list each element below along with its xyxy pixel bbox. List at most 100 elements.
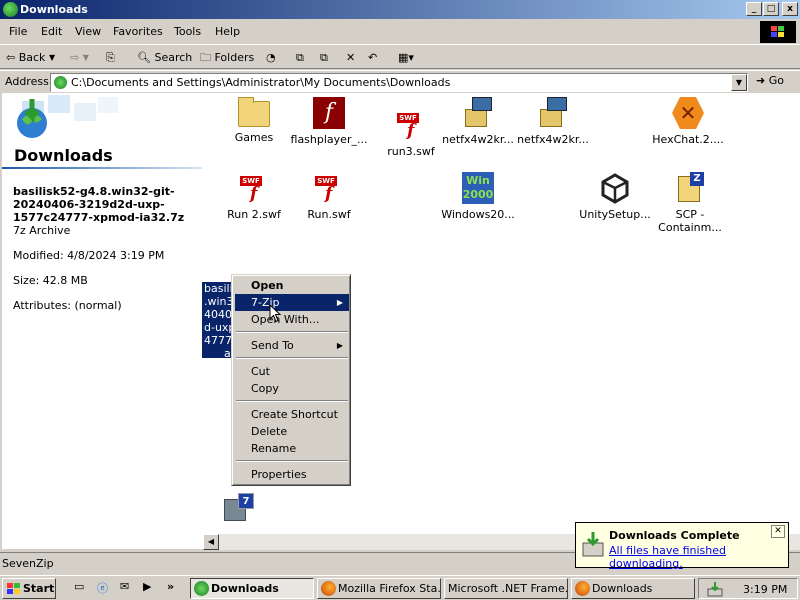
menu-item-open[interactable]: Open: [235, 277, 349, 294]
file-item[interactable]: netfx4w2kr...: [514, 97, 592, 146]
scroll-left-icon[interactable]: ◀: [203, 534, 219, 550]
menu-tools[interactable]: Tools: [174, 25, 201, 38]
menu-view[interactable]: View: [75, 25, 101, 38]
menu-separator: [236, 331, 348, 333]
internet-explorer-icon[interactable]: ⓔ: [97, 580, 113, 596]
file-item[interactable]: UnitySetup...: [576, 172, 654, 221]
menu-item-open-with[interactable]: Open With...: [235, 311, 349, 328]
context-menu: Open 7-Zip ▶ Open With... Send To ▶ Cut …: [231, 274, 351, 486]
file-item[interactable]: Win 2000 Windows20...: [439, 172, 517, 221]
file-item[interactable]: netfx4w2kr...: [439, 97, 517, 146]
task-label: Mozilla Firefox Sta...: [338, 582, 441, 595]
setup-icon: [537, 97, 569, 129]
menu-bar: File Edit View Favorites Tools Help: [0, 21, 800, 41]
file-label: run3.swf: [387, 145, 435, 158]
search-icon: 🔍︎: [137, 51, 151, 64]
menu-item-create-shortcut[interactable]: Create Shortcut: [235, 406, 349, 423]
search-label: Search: [154, 51, 193, 64]
go-button[interactable]: ➜ Go: [756, 74, 784, 87]
standard-toolbar: ⇦ Back ▼ ⇨ ▼ ⎘ 🔍︎ Search 🗀 Folders ◔ ⧉ ⧉…: [0, 44, 800, 69]
back-dropdown-icon[interactable]: ▼: [49, 49, 55, 67]
outlook-express-icon[interactable]: ✉: [120, 580, 136, 596]
selected-file-type: 7z Archive: [13, 224, 71, 237]
forward-dropdown-icon: ▼: [82, 53, 89, 62]
task-label: Downloads: [211, 582, 279, 595]
menu-item-cut[interactable]: Cut: [235, 363, 349, 380]
menu-favorites[interactable]: Favorites: [113, 25, 163, 38]
address-field[interactable]: C:\Documents and Settings\Administrator\…: [50, 73, 748, 92]
menu-item-send-to[interactable]: Send To ▶: [235, 337, 349, 354]
go-arrow-icon: ➜: [756, 74, 766, 87]
menu-separator: [236, 357, 348, 359]
address-bar: Address C:\Documents and Settings\Admini…: [0, 70, 800, 92]
swf-icon: SWF f: [238, 172, 270, 204]
menu-edit[interactable]: Edit: [41, 25, 62, 38]
file-item[interactable]: SWF f Run 2.swf: [215, 172, 293, 221]
close-button[interactable]: x: [782, 2, 798, 16]
file-item[interactable]: Games: [215, 97, 293, 144]
address-path[interactable]: C:\Documents and Settings\Administrator\…: [71, 76, 450, 89]
undo-icon: ↶: [368, 51, 378, 64]
address-dropdown-icon[interactable]: ▼: [731, 74, 747, 91]
menu-item-7zip[interactable]: 7-Zip ▶: [235, 294, 349, 311]
task-firefox[interactable]: Mozilla Firefox Sta...: [317, 578, 441, 599]
move-to-button[interactable]: ⧉: [296, 49, 304, 67]
balloon-link[interactable]: All files have finished downloading.: [609, 544, 788, 570]
menu-item-properties[interactable]: Properties: [235, 466, 349, 483]
taskbar: Start ▭ ⓔ ✉ ▶ » Downloads Mozilla Firefo…: [0, 575, 800, 600]
quick-launch-more-icon[interactable]: »: [167, 580, 183, 596]
clock[interactable]: 3:19 PM: [743, 583, 787, 596]
firefox-icon: [575, 581, 590, 596]
file-item[interactable]: ✕ HexChat.2....: [649, 97, 727, 146]
explorer-window: Downloads _ □ x File Edit View Favorites…: [0, 0, 800, 575]
file-item[interactable]: SWF f Run.swf: [290, 172, 368, 221]
start-button[interactable]: Start: [2, 578, 56, 599]
windows-flag-icon: [7, 583, 20, 594]
title-bar[interactable]: Downloads _ □ x: [0, 0, 800, 19]
show-desktop-icon[interactable]: ▭: [74, 580, 90, 596]
file-label: netfx4w2kr...: [517, 133, 589, 146]
task-label: Downloads: [592, 582, 653, 595]
details-pane: Downloads basilisk52-g4.8.win32-git-2024…: [2, 93, 204, 549]
minimize-button[interactable]: _: [746, 2, 762, 16]
task-downloads-active[interactable]: Downloads: [190, 578, 314, 599]
task-firefox-downloads[interactable]: Downloads: [571, 578, 695, 599]
maximize-button[interactable]: □: [763, 2, 779, 16]
folders-button[interactable]: 🗀 Folders: [200, 49, 254, 67]
media-player-icon[interactable]: ▶: [143, 580, 159, 596]
views-button[interactable]: ▦▾: [398, 49, 414, 67]
menu-item-copy[interactable]: Copy: [235, 380, 349, 397]
menu-separator: [236, 460, 348, 462]
file-label: Run 2.swf: [227, 208, 281, 221]
task-dotnet-setup[interactable]: Microsoft .NET Frame...: [444, 578, 568, 599]
menu-file[interactable]: File: [9, 25, 27, 38]
setup-icon: [462, 97, 494, 129]
folder-view[interactable]: Downloads basilisk52-g4.8.win32-git-2024…: [2, 93, 800, 549]
folders-icon: 🗀: [200, 51, 211, 64]
folders-label: Folders: [214, 51, 255, 64]
undo-button[interactable]: ↶: [368, 49, 377, 67]
downloads-folder-icon: [194, 581, 209, 596]
7zip-archive-icon: 7: [224, 493, 256, 521]
search-button[interactable]: 🔍︎ Search: [137, 49, 192, 67]
menu-item-rename[interactable]: Rename: [235, 440, 349, 457]
task-label: Microsoft .NET Frame...: [448, 582, 568, 595]
downloads-complete-balloon[interactable]: Downloads Complete All files have finish…: [575, 522, 789, 570]
history-button[interactable]: ◔: [266, 49, 276, 67]
forward-arrow-icon: ⇨: [70, 51, 80, 64]
copy-to-button[interactable]: ⧉: [320, 49, 328, 67]
file-item[interactable]: Z SCP - Containm...: [651, 172, 729, 234]
balloon-close-icon[interactable]: ✕: [771, 525, 785, 538]
menu-help[interactable]: Help: [215, 25, 240, 38]
menu-item-delete[interactable]: Delete: [235, 423, 349, 440]
back-button[interactable]: ⇦ Back ▼: [6, 49, 55, 67]
file-item[interactable]: f flashplayer_...: [290, 97, 368, 146]
up-folder-button[interactable]: ⎘: [106, 49, 115, 67]
forward-button[interactable]: ⇨ ▼: [70, 49, 89, 67]
swf-icon: SWF f: [313, 172, 345, 204]
status-text: SevenZip: [2, 557, 54, 570]
delete-button[interactable]: ✕: [346, 49, 355, 67]
download-tray-icon[interactable]: [707, 581, 723, 597]
mouse-cursor-icon: [269, 304, 281, 323]
submenu-arrow-icon: ▶: [336, 341, 343, 350]
